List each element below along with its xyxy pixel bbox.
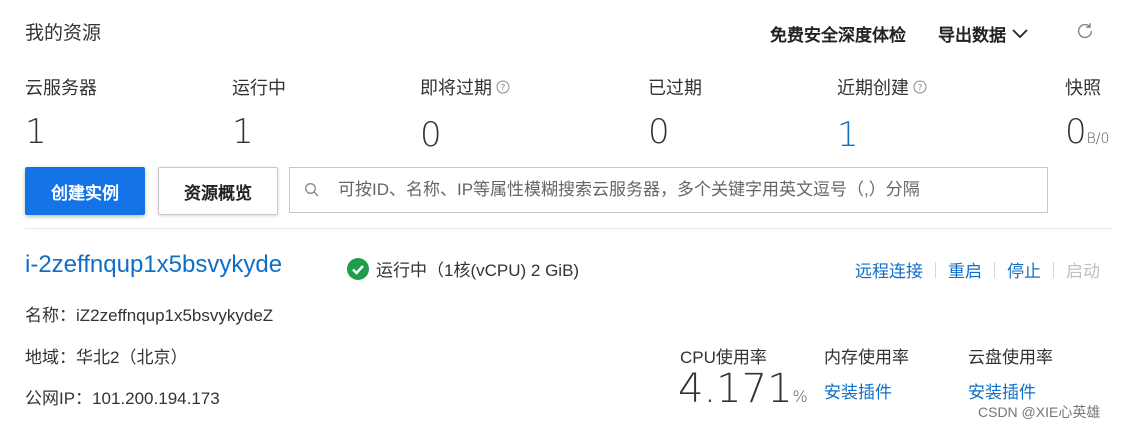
- memory-usage-label: 内存使用率: [824, 348, 909, 367]
- search-input[interactable]: [336, 167, 1047, 213]
- stat-snapshot-value[interactable]: 0B/0: [1065, 112, 1109, 152]
- export-data-label: 导出数据: [938, 26, 1006, 45]
- refresh-icon[interactable]: [1074, 20, 1096, 42]
- stat-expiring-label: 即将过期 ?: [420, 74, 510, 100]
- instance-name: 名称：iZ2zeffnqup1x5bsvykydeZ: [25, 301, 273, 326]
- disk-install-plugin-link[interactable]: 安装插件: [968, 378, 1036, 403]
- divider: [25, 228, 1112, 229]
- svg-text:?: ?: [501, 84, 506, 94]
- resource-overview-button[interactable]: 资源概览: [158, 167, 278, 215]
- stat-running-value[interactable]: 1: [232, 112, 254, 152]
- stat-ecs-label: 云服务器: [25, 78, 97, 98]
- instance-id-link[interactable]: i-2zeffnqup1x5bsvykyde: [25, 251, 282, 279]
- disk-usage-label: 云盘使用率: [968, 348, 1053, 367]
- cpu-usage-label: CPU使用率: [680, 348, 767, 367]
- help-icon[interactable]: ?: [913, 80, 927, 94]
- help-icon[interactable]: ?: [496, 80, 510, 94]
- stat-recent-label: 近期创建 ?: [837, 74, 927, 100]
- memory-install-plugin-link[interactable]: 安装插件: [824, 378, 892, 403]
- action-separator: [994, 261, 995, 278]
- export-data-dropdown[interactable]: 导出数据: [938, 21, 1028, 46]
- instance-actions: 远程连接 重启 停止 启动: [855, 257, 1100, 282]
- ip-label: 公网IP：: [25, 389, 93, 408]
- name-value: iZ2zeffnqup1x5bsvykydeZ: [76, 306, 274, 325]
- stat-expiring-value[interactable]: 0: [420, 115, 442, 155]
- create-instance-button[interactable]: 创建实例: [25, 167, 145, 215]
- instance-region: 地域：华北2（北京）: [25, 343, 187, 368]
- stat-ecs-value[interactable]: 1: [25, 112, 47, 152]
- search-icon: [305, 183, 319, 197]
- action-separator: [1053, 261, 1054, 278]
- watermark: CSDN @XIE心英雄: [978, 404, 1101, 420]
- stat-expired-label: 已过期: [648, 78, 702, 98]
- search-box[interactable]: [289, 167, 1048, 213]
- snapshot-unit: B/0: [1086, 131, 1110, 147]
- cpu-usage-unit: %: [792, 387, 808, 406]
- check-circle-icon: [347, 257, 369, 280]
- security-check-link[interactable]: 免费安全深度体检: [770, 21, 906, 46]
- stop-link[interactable]: 停止: [1007, 257, 1041, 282]
- start-link: 启动: [1066, 262, 1100, 281]
- instance-public-ip: 公网IP：101.200.194.173: [25, 384, 220, 409]
- chevron-down-icon: [1012, 28, 1028, 38]
- stat-recent-value[interactable]: 1: [837, 115, 859, 155]
- svg-text:?: ?: [918, 84, 923, 94]
- page-title: 我的资源: [25, 23, 102, 44]
- remote-connect-link[interactable]: 远程连接: [855, 257, 923, 282]
- stat-snapshot-label: 快照: [1065, 78, 1101, 98]
- region-label: 地域：: [25, 348, 76, 367]
- stat-expired-value[interactable]: 0: [648, 112, 670, 152]
- cpu-usage-value: 4.171%: [678, 366, 808, 412]
- ip-value: 101.200.194.173: [92, 389, 220, 408]
- action-separator: [935, 261, 936, 278]
- region-value: 华北2（北京）: [76, 348, 188, 367]
- stat-running-label: 运行中: [232, 78, 286, 98]
- instance-status: 运行中（1核(vCPU) 2 GiB): [347, 256, 579, 281]
- restart-link[interactable]: 重启: [948, 257, 982, 282]
- name-label: 名称：: [25, 306, 76, 325]
- instance-status-text: 运行中（1核(vCPU) 2 GiB): [376, 261, 580, 280]
